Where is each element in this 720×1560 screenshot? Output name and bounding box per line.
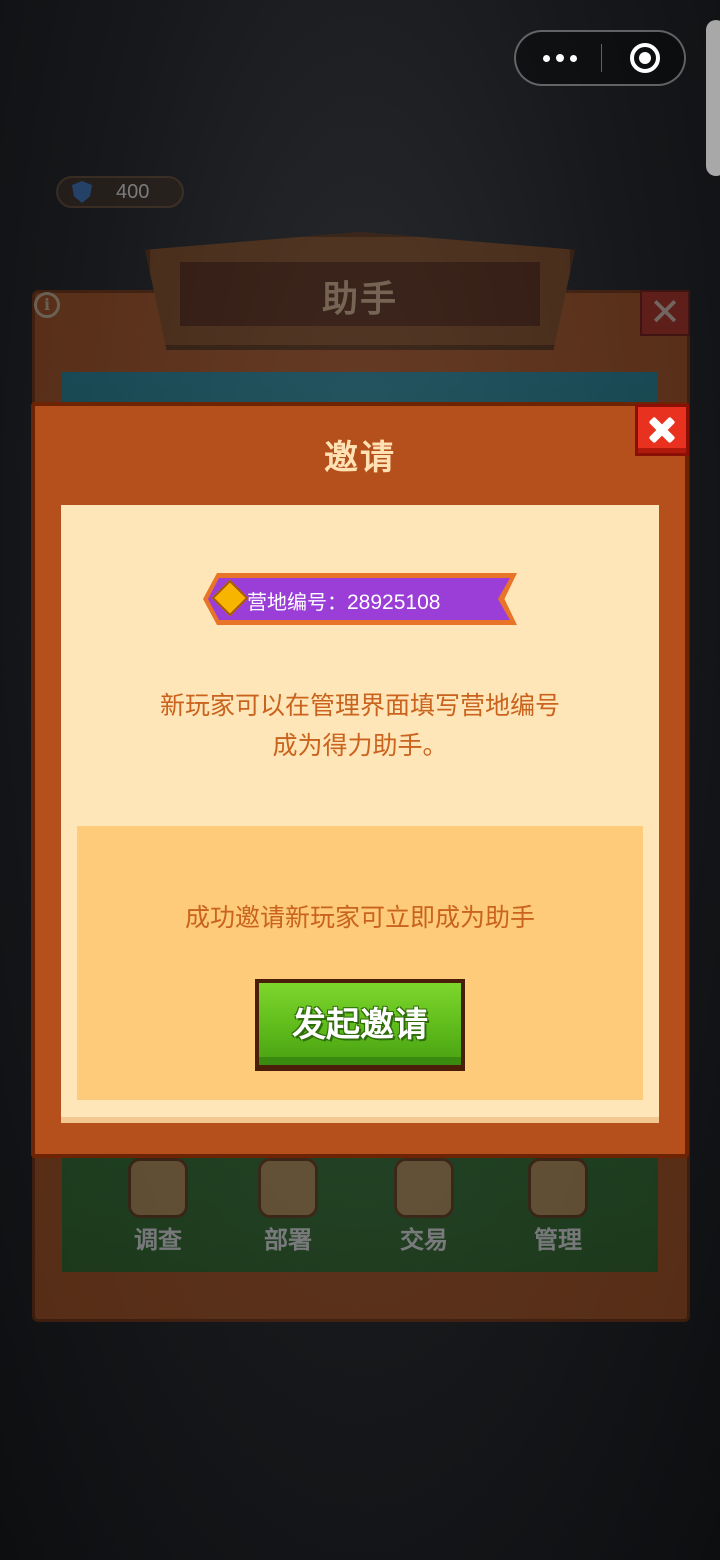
button-face: 发起邀请 — [259, 983, 461, 1065]
nav-item-manage[interactable]: 管理 — [498, 1150, 618, 1272]
currency-amount: 400 — [116, 181, 150, 203]
nav-label: 部署 — [264, 1226, 312, 1254]
assistant-title: 助手 — [321, 279, 398, 320]
nav-item-investigate[interactable]: 调查 — [98, 1150, 218, 1272]
bottom-nav: 调查 部署 交易 管理 — [62, 1150, 658, 1272]
shield-star-icon — [72, 181, 92, 203]
description-line1: 新玩家可以在管理界面填写营地编号 — [159, 691, 560, 720]
camp-number: 28925108 — [347, 591, 441, 614]
register-coins-icon — [394, 1158, 454, 1218]
send-invite-button[interactable]: 发起邀请 — [255, 979, 465, 1071]
magnifier-clipboard-icon — [128, 1158, 188, 1218]
info-icon[interactable]: i — [34, 292, 60, 318]
description-line2: 成为得力助手。 — [272, 731, 448, 760]
nav-item-deploy[interactable]: 部署 — [228, 1150, 348, 1272]
camp-number-tag: 营地编号：28925108 — [203, 573, 517, 625]
reward-text: 成功邀请新玩家可立即成为助手 — [184, 903, 535, 932]
nav-label: 交易 — [400, 1226, 448, 1254]
camp-label: 营地编号： — [247, 590, 347, 614]
nav-item-trade[interactable]: 交易 — [364, 1150, 484, 1272]
close-icon[interactable] — [635, 404, 689, 456]
camp-number-text: 营地编号：28925108 — [247, 586, 440, 615]
close-icon[interactable]: ✕ — [640, 290, 690, 336]
invite-button-label: 发起邀请 — [292, 1005, 428, 1045]
nav-label: 调查 — [134, 1226, 182, 1254]
modal-title: 邀请 — [324, 438, 396, 478]
gear-icon — [528, 1158, 588, 1218]
nav-label: 管理 — [534, 1226, 582, 1254]
currency-counter: 400 — [56, 176, 184, 208]
map-pin-icon — [258, 1158, 318, 1218]
